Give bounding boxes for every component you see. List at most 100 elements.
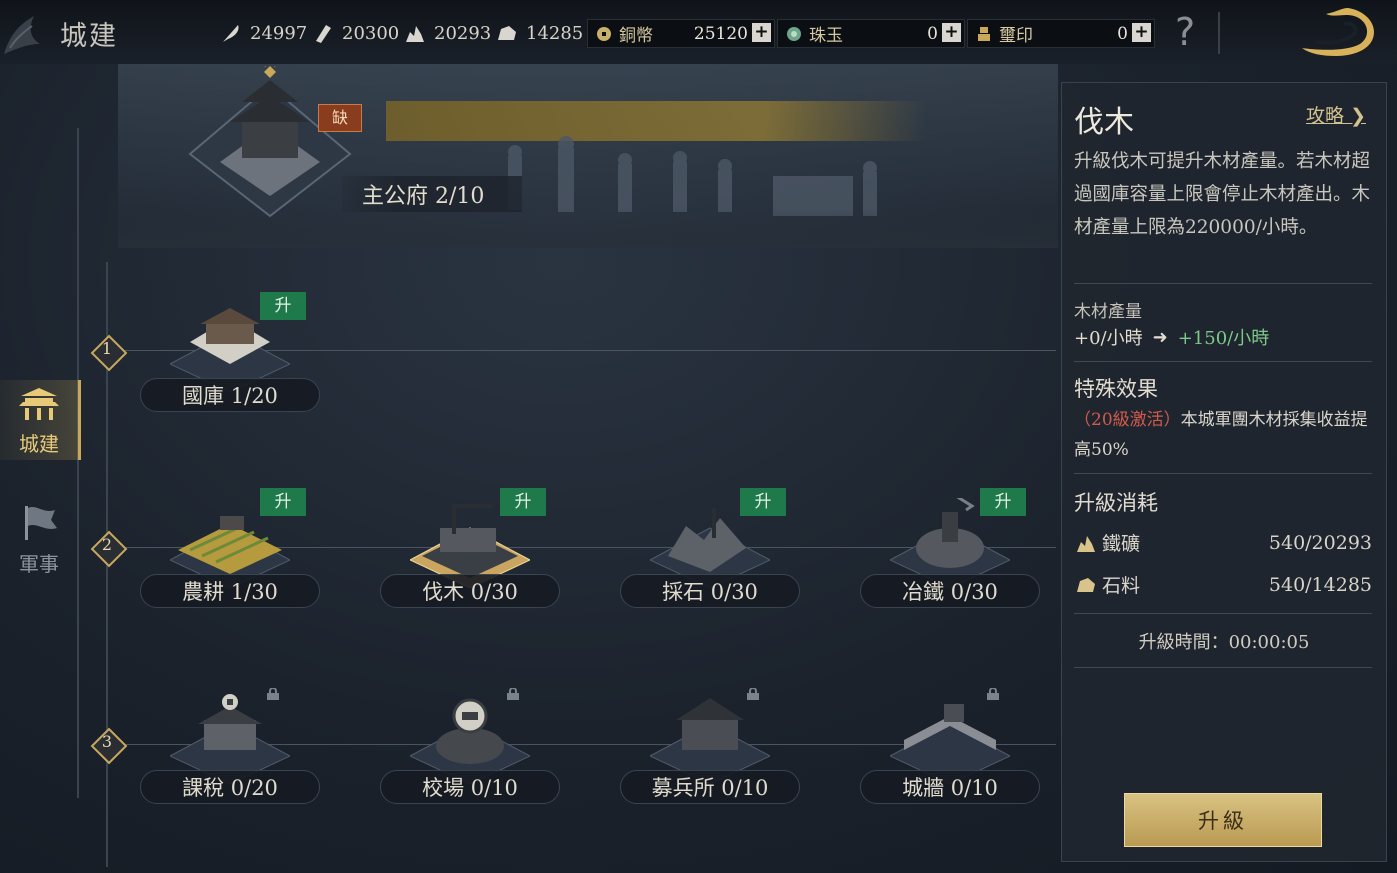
currency-jade: 珠玉 0 + [777,19,965,48]
divider [1074,613,1372,614]
building-drill-ground[interactable]: 校場 0/10 [380,684,560,814]
stone-icon [498,26,516,40]
building-lumber[interactable]: 升 伐木 0/30 [380,488,560,618]
palace-icon [19,388,59,420]
resource-iron: 20293 [404,20,491,46]
flag-icon [25,506,57,540]
cost-name: 石料 [1102,575,1141,597]
currency-value: 0 [1117,23,1128,44]
chevron-right-icon: ❯ [1344,105,1366,127]
currency-copper: 銅幣 25120 + [587,19,775,48]
header-divider [1218,12,1220,54]
building-smelting[interactable]: 升 冶鐵 0/30 [860,488,1040,618]
upgrade-available-badge: 升 [260,488,306,516]
building-label: 募兵所 0/10 [620,770,800,804]
dragon-emblem-icon [4,16,40,54]
resource-value: 20300 [342,22,400,44]
special-effect-text: （20級激活）本城軍團木材採集收益提高50% [1074,405,1376,465]
back-dragon-icon[interactable] [1296,6,1376,58]
lock-icon [747,688,759,700]
upgrade-available-badge: 升 [980,488,1026,516]
add-seal-button[interactable]: + [1132,23,1151,42]
currency-name: 璽印 [999,26,1033,46]
divider [1074,473,1372,474]
cost-row-stone: 石料 540/14285 [1074,571,1372,598]
resource-stone: 14285 [496,20,583,46]
tier-marker: 3 [90,727,128,765]
currency-name: 珠玉 [809,26,843,46]
building-label: 城牆 0/10 [860,770,1040,804]
lock-icon [507,688,519,700]
cost-amount: 540/14285 [1268,573,1372,596]
divider [1074,667,1372,668]
tier-number: 2 [101,535,113,554]
add-jade-button[interactable]: + [942,23,961,42]
feather-icon [223,25,239,42]
building-city-wall[interactable]: 城牆 0/10 [860,684,1040,814]
nav-city-building[interactable]: 城建 [0,380,81,460]
tier-number: 1 [101,339,113,358]
help-button[interactable]: ? [1175,10,1195,54]
currency-name: 銅幣 [619,26,653,46]
upgrade-available-badge: 升 [260,292,306,320]
nav-divider [77,128,79,798]
special-effect-title: 特殊效果 [1074,377,1158,401]
nav-military[interactable]: 軍事 [0,500,78,580]
activation-level: （20級激活） [1074,410,1181,430]
divider [1074,361,1372,362]
page-title: 城建 [60,21,118,52]
upgrade-cost-title: 升級消耗 [1074,491,1158,515]
lock-icon [267,688,279,700]
nav-label: 軍事 [19,552,59,576]
add-copper-button[interactable]: + [752,23,771,42]
building-treasury[interactable]: 升 國庫 1/20 [140,292,320,422]
production-current: +0/小時 [1074,328,1143,349]
building-label: 採石 0/30 [620,574,800,608]
main-hall-label[interactable]: 主公府 2/10 [342,176,522,212]
upgrade-button[interactable]: 升級 [1124,793,1322,847]
iron-ore-icon [406,26,424,42]
building-label: 伐木 0/30 [380,574,560,608]
building-label: 課稅 0/20 [140,770,320,804]
building-taxation[interactable]: 課稅 0/20 [140,684,320,814]
building-label: 農耕 1/30 [140,574,320,608]
resource-wood: 20300 [312,20,399,46]
production-change: +0/小時 ➜ +150/小時 [1074,324,1269,350]
building-farming[interactable]: 升 農耕 1/30 [140,488,320,618]
top-bar: 城建 24997 20300 20293 14285 銅幣 25120 + 珠玉… [0,0,1397,64]
currency-value: 0 [927,23,938,44]
resource-value: 20293 [434,22,492,44]
seal-icon [978,26,990,41]
currency-value: 25120 [693,23,748,44]
jade-icon [787,26,801,41]
nav-label: 城建 [19,432,59,456]
building-detail-panel: 伐木 攻略 ❯ 升級伐木可提升木材產量。若木材超過國庫容量上限會停止木材產出。木… [1061,82,1387,862]
upgrade-time: 升級時間：00:00:05 [1138,632,1310,653]
upgrade-available-badge: 升 [500,488,546,516]
guide-label: 攻略 [1306,105,1345,127]
building-label: 國庫 1/20 [140,378,320,412]
lock-icon [987,688,999,700]
resource-value: 24997 [250,22,308,44]
building-quarry[interactable]: 升 採石 0/30 [620,488,800,618]
arrow-right-icon: ➜ [1152,326,1168,348]
wood-icon [316,25,331,43]
divider [1074,283,1372,284]
copper-coin-icon [597,26,611,41]
production-next: +150/小時 [1177,328,1270,349]
building-description: 升級伐木可提升木材產量。若木材超過國庫容量上限會停止木材產出。木材產量上限為22… [1074,151,1371,238]
building-recruitment[interactable]: 募兵所 0/10 [620,684,800,814]
missing-resource-badge: 缺 [318,104,362,132]
tier-marker: 2 [90,530,128,568]
tier-number: 3 [101,732,113,751]
resource-feather: 24997 [220,20,307,46]
resource-value: 14285 [526,22,584,44]
cost-row-iron: 鐵礦 540/20293 [1074,529,1372,556]
stone-icon [1077,577,1095,592]
panel-title: 伐木 [1074,105,1134,140]
cost-amount: 540/20293 [1268,531,1372,554]
upgrade-available-badge: 升 [740,488,786,516]
iron-ore-icon [1077,535,1095,552]
main-hall-building-icon[interactable] [180,66,360,222]
guide-link[interactable]: 攻略 ❯ [1306,101,1366,128]
